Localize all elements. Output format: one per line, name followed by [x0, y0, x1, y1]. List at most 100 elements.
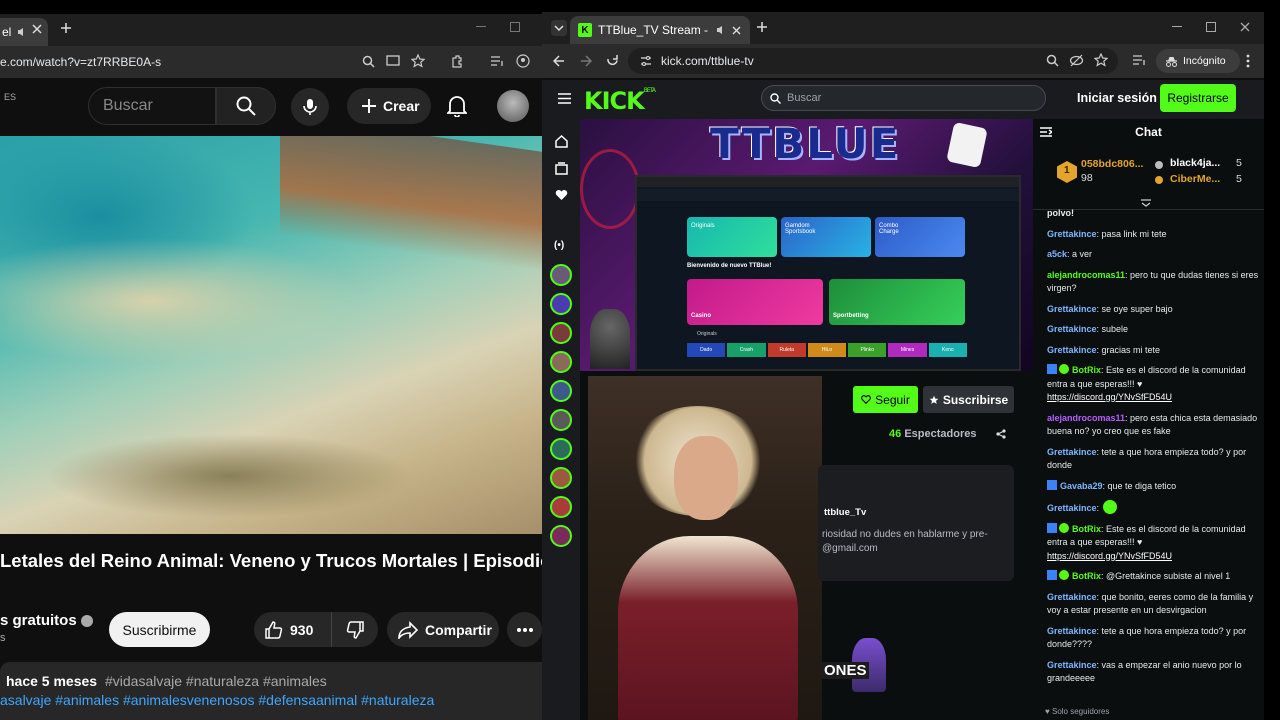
close-tab-icon[interactable] [32, 24, 42, 34]
voice-search-button[interactable] [291, 88, 329, 126]
followed-channel-avatar[interactable] [550, 496, 572, 518]
zoom-icon[interactable] [1046, 54, 1059, 67]
profile-icon[interactable] [516, 54, 530, 68]
kick-search-input[interactable]: Buscar [761, 85, 1046, 111]
chat-username[interactable]: Grettakince [1047, 592, 1097, 602]
top-gifter-amount: 5 [1236, 173, 1242, 185]
stream-video[interactable]: TTBLUE Originals Gamdom Sportsbook Combo… [580, 119, 1033, 371]
chat-username[interactable]: BotRix [1072, 524, 1101, 534]
maximize-icon[interactable] [510, 22, 520, 32]
eye-off-icon[interactable] [1069, 54, 1084, 67]
followed-channel-avatar[interactable] [550, 264, 572, 286]
expand-chevron-icon[interactable] [1141, 199, 1151, 207]
games-row: Dado Crash Ruleta HiLo Plinko Mines Keno [687, 343, 967, 357]
close-window-icon[interactable] [1240, 22, 1250, 32]
chat-link[interactable]: https://discord.gg/YNvSfFD54U [1047, 550, 1259, 564]
minimize-icon[interactable] [476, 26, 486, 28]
reload-icon[interactable] [606, 54, 619, 67]
new-tab-icon[interactable] [60, 22, 72, 34]
extensions-icon[interactable] [450, 54, 464, 68]
minimize-icon[interactable] [1172, 26, 1182, 28]
notifications-bell-icon[interactable] [447, 95, 467, 117]
followed-channel-avatar[interactable] [550, 467, 572, 489]
like-button[interactable]: 930 [254, 612, 332, 647]
followed-channel-avatar[interactable] [550, 351, 572, 373]
maximize-icon[interactable] [1206, 22, 1216, 32]
browser-menu-icon[interactable] [1246, 54, 1250, 68]
game-tile: Keno [928, 343, 967, 357]
chat-username[interactable]: Grettakince [1047, 503, 1097, 513]
bot-badge-icon [1047, 570, 1057, 580]
chat-username[interactable]: Grettakince [1047, 447, 1097, 457]
create-button[interactable]: Crear [347, 88, 431, 124]
chat-message: Grettakince: tete a que hora empieza tod… [1047, 625, 1259, 652]
back-arrow-icon[interactable] [553, 55, 565, 67]
top-gifter-name[interactable]: 058bdc806... [1081, 158, 1143, 170]
video-description[interactable]: hace 5 meses #vidasalvaje #naturaleza #a… [0, 662, 542, 720]
subscribe-button[interactable]: Suscribirse [923, 386, 1014, 413]
account-avatar[interactable] [497, 90, 529, 122]
incognito-indicator[interactable]: Incógnito [1156, 49, 1240, 73]
followed-channel-avatar[interactable] [550, 438, 572, 460]
followed-channel-avatar[interactable] [550, 322, 572, 344]
site-info-icon[interactable] [640, 55, 652, 67]
url-text[interactable]: e.com/watch?v=zt7RRBE0A-s [0, 55, 161, 69]
media-control-icon[interactable] [490, 55, 504, 67]
chat-username[interactable]: Grettakince [1047, 626, 1097, 636]
kick-logo[interactable]: KICKBETA [584, 87, 656, 115]
follow-button[interactable]: Seguir [853, 386, 918, 413]
followed-channel-avatar[interactable] [550, 525, 572, 547]
viewer-count: 46 Espectadores [889, 428, 976, 440]
tab-title: TTBlue_TV Stream - Watch [598, 23, 710, 37]
forward-arrow-icon[interactable] [580, 55, 592, 67]
chat-username[interactable]: Grettakince [1047, 229, 1097, 239]
install-app-icon[interactable] [386, 55, 400, 68]
new-tab-icon[interactable] [756, 21, 768, 33]
tab-search-icon[interactable] [551, 20, 567, 36]
tab-kick[interactable]: K TTBlue_TV Stream - Watch [570, 16, 750, 44]
chat-username[interactable]: Gavaba29 [1060, 481, 1103, 491]
search-button[interactable] [216, 87, 276, 125]
zoom-icon[interactable] [362, 55, 375, 68]
share-icon[interactable] [996, 429, 1006, 439]
thumbs-up-icon [264, 620, 284, 640]
video-title: Letales del Reino Animal: Veneno y Truco… [0, 550, 542, 571]
following-heart-icon[interactable] [555, 189, 568, 201]
followed-channel-avatar[interactable] [550, 409, 572, 431]
home-icon[interactable] [555, 135, 568, 148]
chat-username[interactable]: BotRix [1072, 571, 1101, 581]
overlay-decoration [580, 149, 640, 229]
followed-channel-avatar[interactable] [550, 380, 572, 402]
url-text[interactable]: kick.com/ttblue-tv [661, 54, 754, 68]
search-input[interactable]: Buscar [88, 87, 216, 125]
close-tab-icon[interactable] [732, 26, 741, 35]
register-button[interactable]: Registrarse [1160, 84, 1236, 112]
top-gifter-name[interactable]: black4ja... [1170, 157, 1220, 169]
beta-badge: BETA [643, 87, 656, 94]
chat-link[interactable]: https://discord.gg/YNvSfFD54U [1047, 391, 1259, 405]
chat-username[interactable]: alejandrocomas11 [1047, 413, 1125, 423]
chat-username[interactable]: Grettakince [1047, 660, 1097, 670]
description-hashtags[interactable]: asalvaje #animales #animalesvenenosos #d… [0, 692, 434, 708]
chat-username[interactable]: Grettakince [1047, 304, 1097, 314]
chat-username[interactable]: a5ck [1047, 249, 1067, 259]
media-control-icon[interactable] [1132, 54, 1146, 66]
browse-icon[interactable] [555, 162, 568, 175]
promo-card-label: Gamdom Sportsbook [785, 223, 816, 235]
share-button[interactable]: Compartir [387, 612, 499, 647]
dislike-button[interactable] [332, 612, 378, 647]
channel-name[interactable]: s gratuitos [0, 612, 93, 629]
followed-channel-avatar[interactable] [550, 293, 572, 315]
chat-username[interactable]: Grettakince [1047, 324, 1097, 334]
chat-username[interactable]: BotRix [1072, 365, 1101, 375]
video-player[interactable] [0, 136, 542, 534]
hamburger-menu-icon[interactable] [558, 93, 571, 104]
top-gifter-name[interactable]: CiberMe... [1170, 173, 1220, 185]
login-button[interactable]: Iniciar sesión [1077, 91, 1157, 105]
bookmark-star-icon[interactable] [1094, 53, 1108, 67]
bookmark-star-icon[interactable] [411, 54, 425, 68]
subscribe-button[interactable]: Suscribirme [109, 612, 210, 647]
chat-username[interactable]: alejandrocomas11 [1047, 270, 1125, 280]
more-actions-button[interactable] [507, 612, 542, 647]
chat-username[interactable]: Grettakince [1047, 345, 1097, 355]
